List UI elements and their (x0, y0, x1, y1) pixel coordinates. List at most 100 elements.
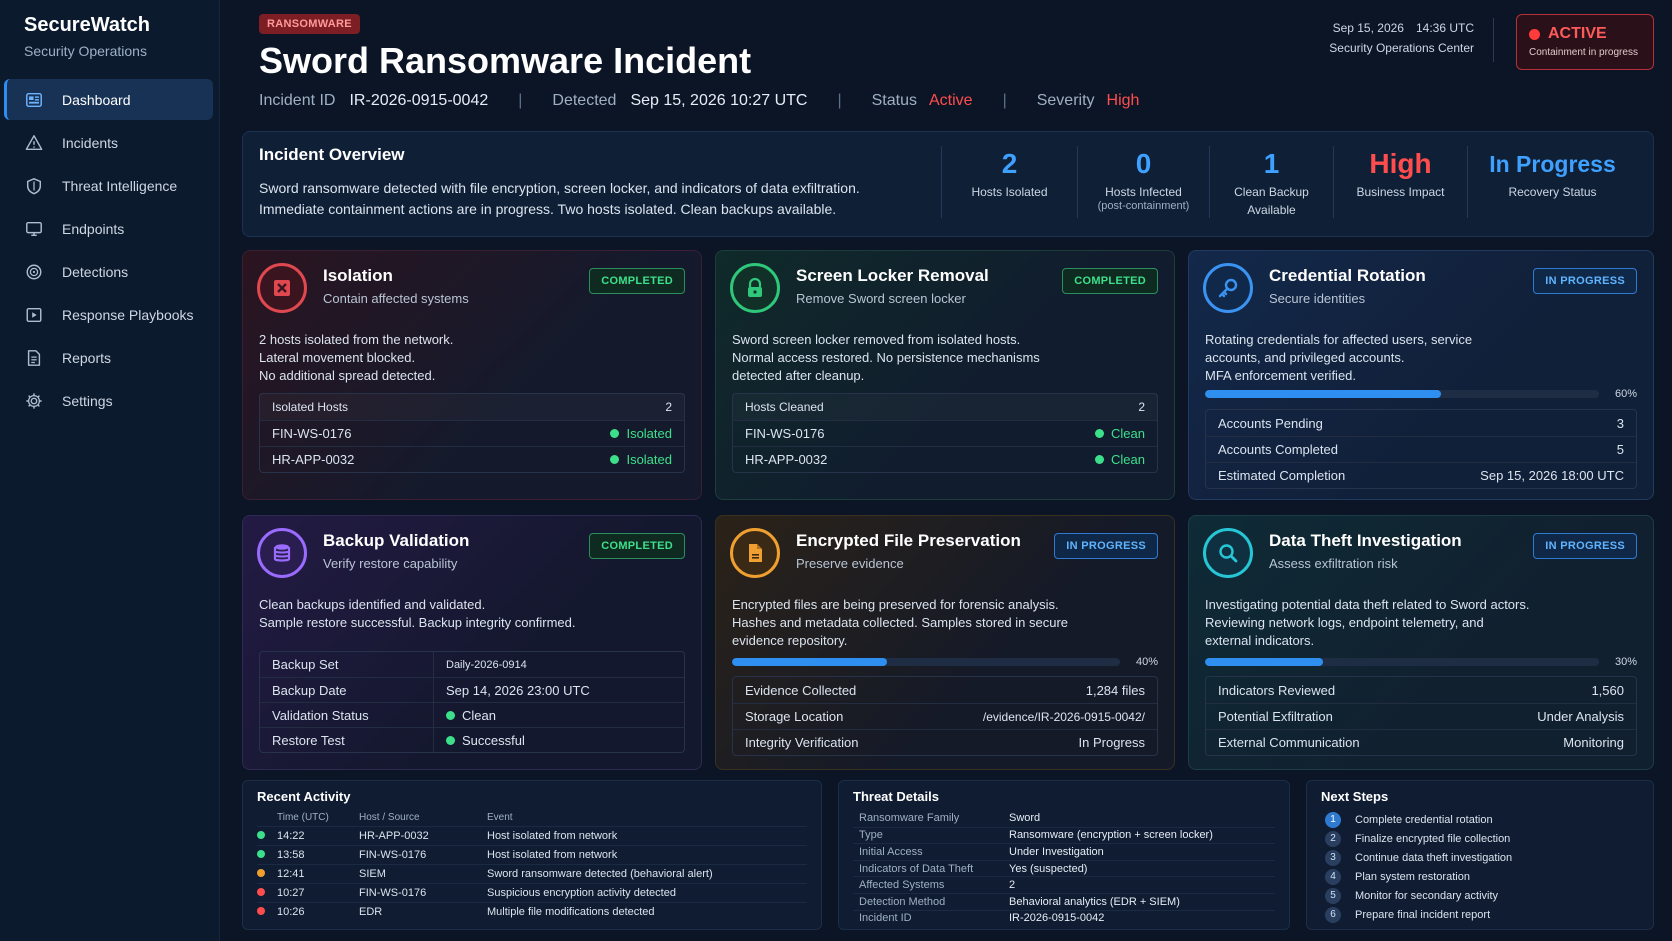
stat-label: Clean Backup (1234, 185, 1309, 199)
stat-sub: Available (1247, 203, 1296, 217)
desc-line: MFA enforcement verified. (1205, 368, 1357, 383)
desc-line: Encrypted files are being preserved for … (732, 597, 1059, 612)
host-name: FIN-WS-0176 (745, 426, 825, 441)
file-icon (730, 528, 780, 578)
step-label: Finalize encrypted file collection (1355, 832, 1511, 845)
activity-host: FIN-WS-0176 (359, 844, 487, 864)
activity-host: FIN-WS-0176 (359, 882, 487, 902)
host-name: HR-APP-0032 (745, 452, 828, 467)
row-value: In Progress (1078, 735, 1145, 750)
activity-event: Sword ransomware detected (behavioral al… (487, 863, 807, 883)
panel-title: Next Steps (1321, 789, 1389, 804)
row-key: Validation Status (260, 703, 434, 727)
step-label: Complete credential rotation (1355, 813, 1493, 826)
key-icon (1203, 263, 1253, 313)
step-label: Plan system restoration (1355, 870, 1470, 883)
desc-line: No additional spread detected. (259, 368, 436, 383)
desc-line: Clean backups identified and validated. (259, 597, 486, 612)
progress-fill (1205, 658, 1324, 666)
progress-fill (1205, 390, 1442, 398)
table-row[interactable]: 10:26 EDR Multiple file modifications dete… (257, 901, 807, 921)
row-key: Detection Method (859, 895, 946, 908)
desc-line: Rotating credentials for affected users,… (1205, 332, 1473, 347)
sidebar-item-label: Dashboard (62, 91, 131, 108)
host-status: Isolated (626, 452, 672, 467)
table-row[interactable]: FIN-WS-0176 Clean (733, 420, 1157, 446)
row-value: Under Investigation (1009, 845, 1104, 858)
table-row[interactable]: Storage Location/evidence/IR-2026-0915-0… (733, 703, 1157, 729)
row-value: IR-2026-0915-0042 (1009, 912, 1105, 925)
sidebar-item-incidents[interactable]: Incidents (4, 122, 213, 163)
table-row[interactable]: HR-APP-0032 Isolated (260, 446, 684, 472)
step-label: Monitor for secondary activity (1355, 889, 1499, 902)
table-row: Evidence Collected 1,284 files (733, 677, 1157, 703)
table-row[interactable]: HR-APP-0032 Clean (733, 446, 1157, 472)
table-row: Validation Status Clean (260, 702, 684, 727)
table-header: Isolated Hosts 2 (260, 394, 684, 420)
stat-recovery-status: In Progress Recovery Status (1467, 146, 1637, 218)
step-label: Continue data theft investigation (1355, 851, 1513, 864)
active-status-badge[interactable]: ACTIVE Containment in progress (1516, 14, 1654, 70)
sidebar-item-threat-intelligence[interactable]: Threat Intelligence (4, 165, 213, 206)
desc-line: detected after cleanup. (732, 368, 865, 383)
sidebar-item-reports[interactable]: Reports (4, 337, 213, 378)
sidebar-item-response-playbooks[interactable]: Response Playbooks (4, 294, 213, 335)
radar-icon (24, 262, 44, 282)
next-step-item[interactable]: 4 Plan system restoration (1321, 867, 1639, 886)
table-row: Potential Exfiltration Under Analysis (1206, 703, 1636, 729)
table-row: Indicators Reviewed 1,560 (1206, 677, 1636, 703)
stat-label: Business Impact (1356, 185, 1445, 199)
card-subtitle: Verify restore capability (323, 556, 458, 571)
card-description: Rotating credentials for affected users,… (1205, 331, 1625, 385)
separator: | (837, 92, 842, 109)
storage-path-link[interactable]: /evidence/IR-2026-0915-0042/ (983, 710, 1145, 724)
card-title: Isolation (323, 266, 393, 285)
table-head-label: Hosts Cleaned (745, 400, 824, 414)
row-key: Estimated Completion (1218, 468, 1346, 483)
brand-subtitle: Security Operations (24, 43, 147, 59)
table-row[interactable]: 14:22 HR-APP-0032 Host isolated from netwo… (257, 825, 807, 845)
stat-hosts-isolated: 2 Hosts Isolated (941, 146, 1077, 218)
brand: SecureWatch Security Operations (0, 0, 219, 59)
next-step-item[interactable]: 5 Monitor for secondary activity (1321, 886, 1639, 905)
detected-value: Sep 15, 2026 10:27 UTC (630, 92, 808, 109)
theft-table: Indicators Reviewed 1,560 Potential Exfil… (1205, 676, 1637, 756)
status-dot-icon (1095, 429, 1105, 438)
progress-percent: 60% (1614, 388, 1637, 400)
next-step-item[interactable]: 6 Prepare final incident report (1321, 905, 1639, 924)
sidebar-item-endpoints[interactable]: Endpoints (4, 208, 213, 249)
incident-meta: Incident ID IR-2026-0915-0042 | Detected… (259, 92, 1139, 110)
sidebar-item-dashboard[interactable]: Dashboard (4, 79, 213, 120)
desc-line: Investigating potential data theft relat… (1205, 597, 1530, 612)
next-step-item[interactable]: 3 Continue data theft investigation (1321, 848, 1639, 867)
table-row[interactable]: 10:27 FIN-WS-0176 Suspicious encryption ac… (257, 882, 807, 902)
sidebar-item-label: Reports (62, 349, 112, 366)
next-step-item[interactable]: 1 Complete credential rotation (1321, 810, 1639, 829)
sidebar-nav: Dashboard Incidents Threat Intelligence … (0, 79, 219, 421)
table-row[interactable]: 13:58 FIN-WS-0176 Host isolated from netwo… (257, 844, 807, 864)
status-badge: COMPLETED (589, 533, 685, 559)
activity-time: 10:27 (277, 882, 359, 902)
table-row[interactable]: FIN-WS-0176 Isolated (260, 420, 684, 446)
sidebar-item-settings[interactable]: Settings (4, 380, 213, 421)
isolated-hosts-table: Isolated Hosts 2 FIN-WS-0176 Isolated HR-A… (259, 393, 685, 473)
row-value: 2 (1009, 879, 1016, 892)
status-badge: IN PROGRESS (1533, 268, 1637, 294)
threat-row: Detection Method Behavioral analytics (ED… (853, 892, 1275, 910)
active-dot-icon (1529, 28, 1540, 40)
table-row[interactable]: 12:41 SIEM Sword ransomware detected (beha… (257, 863, 807, 883)
row-value: 3 (1616, 415, 1624, 431)
active-label: ACTIVE (1548, 25, 1607, 42)
row-key: Indicators Reviewed (1218, 682, 1336, 698)
row-key: Type (859, 829, 883, 842)
table-row: Integrity Verification In Progress (733, 729, 1157, 755)
next-step-item[interactable]: 2 Finalize encrypted file collection (1321, 829, 1639, 848)
threat-row: Initial Access Under Investigation (853, 843, 1275, 860)
status-badge: COMPLETED (1062, 268, 1158, 294)
desc-line: external indicators. (1205, 633, 1315, 648)
status-dot-icon (446, 710, 455, 720)
stat-value: In Progress (1489, 151, 1616, 177)
severity-dot-icon (257, 849, 265, 858)
stat-value: 1 (1263, 148, 1280, 179)
sidebar-item-detections[interactable]: Detections (4, 251, 213, 292)
